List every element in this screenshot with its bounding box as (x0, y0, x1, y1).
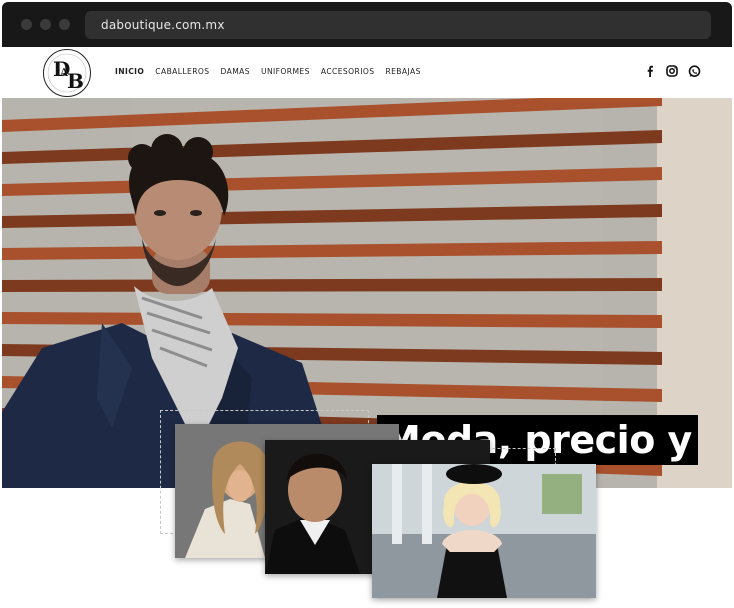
wood-slat (2, 278, 662, 292)
blonde-woman-beret-photo (372, 464, 596, 598)
menu-item-rebajas[interactable]: REBAJAS (385, 67, 420, 76)
url-text: daboutique.com.mx (101, 18, 225, 32)
instagram-icon[interactable] (665, 64, 679, 78)
menu-item-damas[interactable]: DAMAS (221, 67, 250, 76)
logo-letter-b: B (67, 69, 84, 93)
menu-item-accesorios[interactable]: ACCESORIOS (321, 67, 375, 76)
site-header: D A B INICIO CABALLEROS DAMAS UNIFORMES … (2, 47, 732, 98)
site-logo[interactable]: D A B (43, 49, 91, 97)
browser-window-bar: daboutique.com.mx (2, 2, 732, 47)
window-dot[interactable] (40, 19, 51, 30)
menu-item-uniformes[interactable]: UNIFORMES (261, 67, 310, 76)
whatsapp-icon[interactable] (687, 64, 701, 78)
window-dot[interactable] (21, 19, 32, 30)
main-menu: INICIO CABALLEROS DAMAS UNIFORMES ACCESO… (115, 67, 421, 76)
window-dot[interactable] (59, 19, 70, 30)
url-bar[interactable]: daboutique.com.mx (85, 11, 711, 39)
facebook-icon[interactable] (643, 64, 657, 78)
menu-item-inicio[interactable]: INICIO (115, 67, 144, 76)
menu-item-caballeros[interactable]: CABALLEROS (155, 67, 209, 76)
